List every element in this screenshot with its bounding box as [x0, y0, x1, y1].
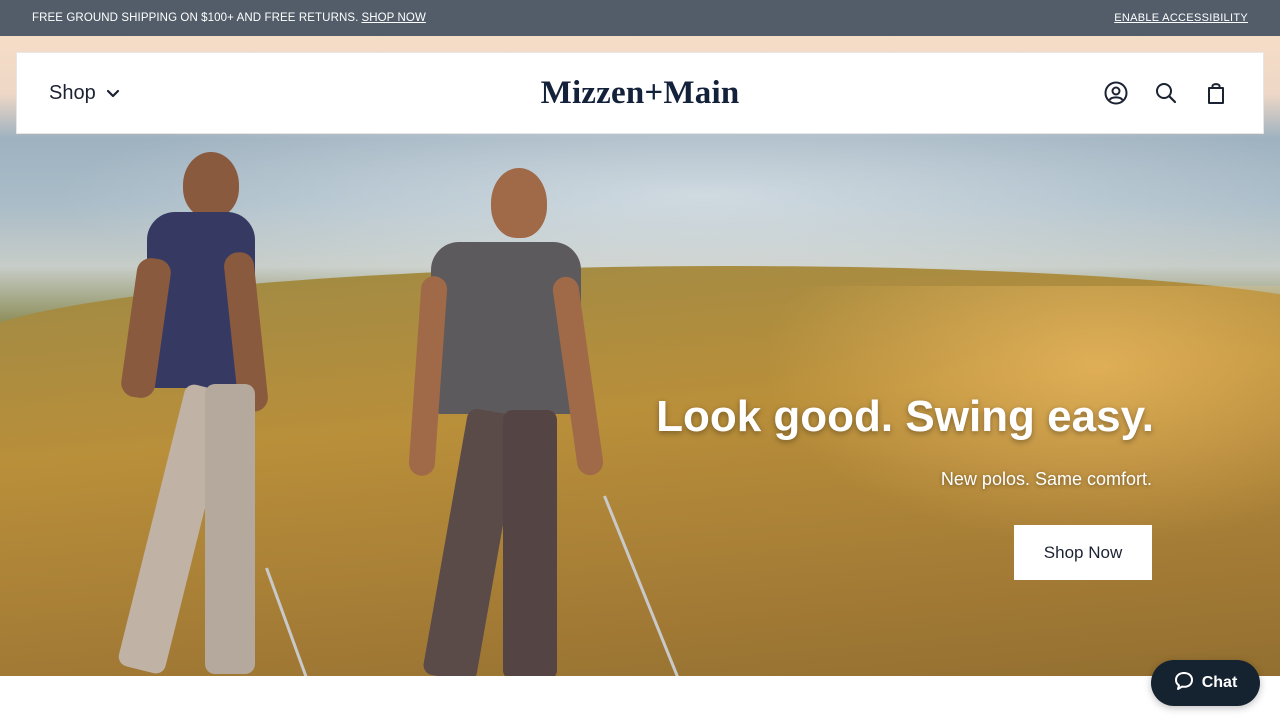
shop-label: Shop [49, 81, 96, 104]
account-icon[interactable] [1103, 80, 1129, 106]
enable-accessibility-link[interactable]: ENABLE ACCESSIBILITY [1114, 12, 1248, 24]
chat-label: Chat [1201, 674, 1238, 691]
announcement-bar: FREE GROUND SHIPPING ON $100+ AND FREE R… [0, 0, 1280, 36]
hero-subtitle: New polos. Same comfort. [940, 469, 1152, 489]
shop-menu-toggle[interactable]: Shop [49, 53, 120, 133]
header-actions [1103, 53, 1229, 133]
announcement-message: FREE GROUND SHIPPING ON $100+ AND FREE R… [32, 12, 426, 24]
chat-bubble-icon [1174, 671, 1194, 696]
chat-button[interactable]: Chat [1151, 660, 1260, 706]
announcement-text: FREE GROUND SHIPPING ON $100+ AND FREE R… [32, 12, 359, 24]
hero-shop-now-button[interactable]: Shop Now [1014, 525, 1152, 580]
search-icon[interactable] [1153, 80, 1179, 106]
hero-title: Look good. Swing easy. [656, 392, 1154, 441]
cart-icon[interactable] [1203, 80, 1229, 106]
chevron-down-icon [106, 82, 120, 105]
brand-logo[interactable]: Mizzen+Main [17, 53, 1263, 133]
site-header: Shop Mizzen+Main [16, 52, 1264, 134]
announcement-shop-now-link[interactable]: SHOP NOW [361, 12, 425, 24]
